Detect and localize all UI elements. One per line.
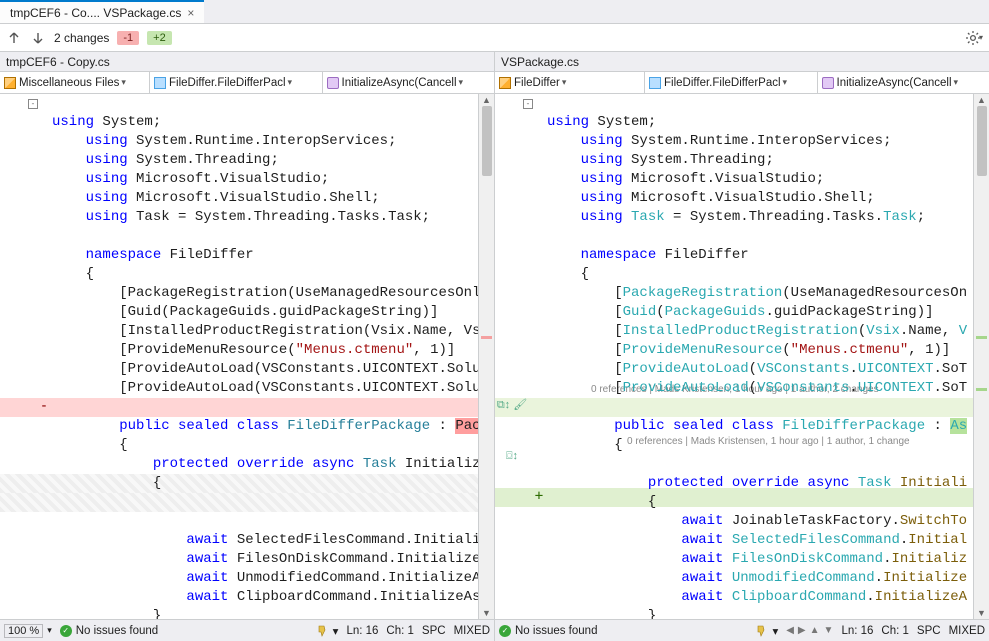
next-change-button[interactable] <box>30 30 46 46</box>
right-scrollbar[interactable]: ▲ ▼ <box>973 94 989 619</box>
changes-count: 2 changes <box>54 31 109 45</box>
prev-change-button[interactable] <box>6 30 22 46</box>
left-pane: tmpCEF6 - Copy.cs Miscellaneous Files▾ F… <box>0 52 495 641</box>
settings-button[interactable]: ▾ <box>965 29 983 47</box>
issues-label: No issues found <box>515 625 597 637</box>
left-pane-title: tmpCEF6 - Copy.cs <box>0 52 494 72</box>
deletions-badge: -1 <box>117 31 139 45</box>
issues-label: No issues found <box>76 625 158 637</box>
insertions-badge: +2 <box>147 31 172 45</box>
right-nav-bar: FileDiffer▾ FileDiffer.FileDifferPacl▾ I… <box>495 72 989 94</box>
left-status-bar: 100 %▾ ✓No issues found ▾ Ln: 16 Ch: 1 S… <box>0 619 494 641</box>
line-label: Ln: 16 <box>841 625 873 637</box>
nav-namespace[interactable]: FileDiffer.FileDifferPacl▾ <box>150 72 323 93</box>
col-label: Ch: 1 <box>881 625 909 637</box>
nav-function[interactable]: InitializeAsync(Cancell▾ <box>323 72 495 93</box>
nav-namespace[interactable]: FileDiffer.FileDifferPacl▾ <box>645 72 818 93</box>
tab-strip: tmpCEF6 - Co.... VSPackage.cs × <box>0 0 989 24</box>
close-icon[interactable]: × <box>187 6 194 20</box>
indent-label: SPC <box>917 625 941 637</box>
col-label: Ch: 1 <box>386 625 414 637</box>
encoding-label: MIXED <box>949 625 985 637</box>
check-icon: ✓ <box>60 625 72 637</box>
right-pane: VSPackage.cs FileDiffer▾ FileDiffer.File… <box>495 52 989 641</box>
right-code-editor[interactable]: 0 references | Mads Kristensen, 1 hour a… <box>495 94 973 619</box>
left-scrollbar[interactable]: ▲ ▼ <box>478 94 494 619</box>
diff-toolbar: 2 changes -1 +2 ▾ <box>0 24 989 52</box>
quick-actions-icon[interactable]: ▾ <box>317 624 339 638</box>
encoding-label: MIXED <box>454 625 490 637</box>
nav-function[interactable]: InitializeAsync(Cancell▾ <box>818 72 989 93</box>
line-label: Ln: 16 <box>346 625 378 637</box>
nav-project[interactable]: Miscellaneous Files▾ <box>0 72 150 93</box>
check-icon: ✓ <box>499 625 511 637</box>
nav-project[interactable]: FileDiffer▾ <box>495 72 645 93</box>
right-pane-title: VSPackage.cs <box>495 52 989 72</box>
zoom-selector[interactable]: 100 % <box>4 624 43 638</box>
left-nav-bar: Miscellaneous Files▾ FileDiffer.FileDiff… <box>0 72 494 94</box>
quick-actions-icon[interactable]: ▾ <box>756 624 778 638</box>
tab-diff-vspackage[interactable]: tmpCEF6 - Co.... VSPackage.cs × <box>0 0 204 23</box>
tab-label: tmpCEF6 - Co.... VSPackage.cs <box>10 6 181 20</box>
right-status-bar: ✓ No issues found ▾ ◀▶▲▼ Ln: 16 Ch: 1 SPC… <box>495 619 989 641</box>
left-code-editor[interactable]: - - using System; using System.Runtime.I… <box>0 94 478 619</box>
nav-arrows[interactable]: ◀▶▲▼ <box>786 625 833 636</box>
indent-label: SPC <box>422 625 446 637</box>
